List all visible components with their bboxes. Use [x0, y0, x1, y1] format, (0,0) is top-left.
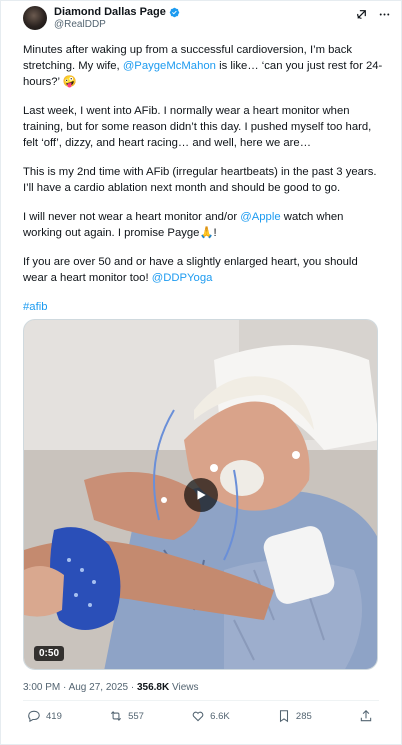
bookmark-count: 285	[295, 710, 312, 722]
mention-link[interactable]: @Apple	[240, 211, 280, 223]
tweet-paragraph: I will never not wear a heart monitor an…	[23, 209, 383, 241]
views-label: Views	[169, 682, 199, 693]
tweet-card: Diamond Dallas Page @RealDDP Minutes aft…	[0, 0, 402, 745]
bookmark-button[interactable]: 285	[277, 709, 312, 723]
hashtag-link[interactable]: #afib	[23, 301, 48, 313]
avatar[interactable]	[23, 6, 47, 30]
share-button[interactable]	[359, 709, 373, 723]
author-names: Diamond Dallas Page @RealDDP	[54, 5, 180, 31]
author-handle[interactable]: @RealDDP	[54, 19, 180, 31]
more-icon[interactable]	[377, 7, 391, 21]
author-display-name[interactable]: Diamond Dallas Page	[54, 5, 166, 19]
play-icon	[197, 489, 206, 500]
tweet-paragraph: If you are over 50 and or have a slightl…	[23, 254, 383, 286]
play-button[interactable]	[183, 477, 218, 512]
tweet-paragraph: This is my 2nd time with AFib (irregular…	[23, 166, 377, 194]
grok-icon[interactable]	[354, 7, 368, 21]
repost-button[interactable]: 557	[109, 709, 144, 723]
like-count: 6.6K	[210, 710, 230, 722]
bookmark-icon	[279, 710, 288, 723]
verified-badge-icon	[169, 7, 180, 17]
mention-link[interactable]: @PaygeMcMahon	[123, 60, 216, 72]
header-actions	[354, 7, 391, 21]
repost-icon	[111, 711, 122, 721]
tweet-text: Minutes after waking up from a successfu…	[23, 42, 383, 328]
tweet-paragraph: Minutes after waking up from a successfu…	[23, 42, 383, 90]
like-button[interactable]: 6.6K	[191, 709, 230, 723]
tweet-actions: 419 557 6.6K 285	[27, 709, 373, 723]
tweet-header: Diamond Dallas Page @RealDDP	[23, 4, 393, 34]
divider	[23, 700, 379, 701]
mention-link[interactable]: @DDPYoga	[152, 272, 213, 284]
share-icon	[360, 710, 372, 722]
video-duration: 0:50	[34, 646, 65, 661]
tweet-text-segment: I will never not wear a heart monitor an…	[23, 211, 241, 223]
tweet-paragraph: Last week, I went into AFib. I normally …	[23, 105, 372, 149]
tweet-paragraph: #afib	[23, 299, 383, 315]
author-display-name-row: Diamond Dallas Page	[54, 5, 180, 19]
reply-count: 419	[46, 710, 62, 722]
tweet-timestamp[interactable]: 3:00 PM · Aug 27, 2025 ·	[23, 682, 137, 693]
reply-button[interactable]: 419	[27, 709, 62, 723]
reply-icon	[28, 710, 40, 723]
video-player[interactable]: 0:50	[23, 319, 378, 670]
heart-icon	[192, 711, 204, 722]
views-count: 356.8K	[136, 682, 170, 693]
repost-count: 557	[128, 710, 144, 722]
tweet-meta: 3:00 PM · Aug 27, 2025 · 356.8K Views	[23, 682, 199, 693]
